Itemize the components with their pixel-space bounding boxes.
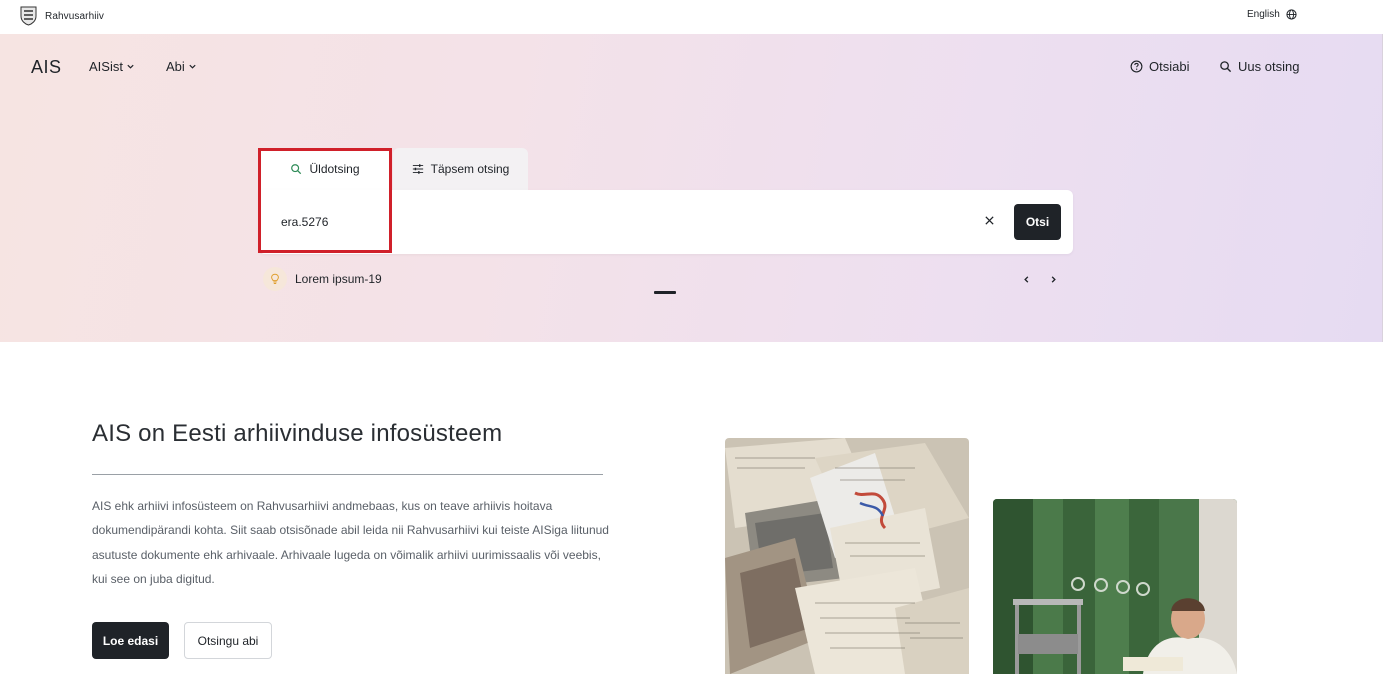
chevron-down-icon — [127, 64, 134, 69]
title-divider — [92, 474, 603, 475]
archive-worker-photo — [993, 499, 1237, 674]
tab-general-search-label: Üldotsing — [309, 162, 360, 176]
clear-search-button[interactable] — [981, 212, 997, 228]
search-panel: Otsi — [259, 190, 1073, 254]
ais-logo[interactable]: AIS — [31, 57, 62, 78]
top-bar: Rahvusarhiiv English — [0, 0, 1385, 34]
new-search-link[interactable]: Uus otsing — [1219, 59, 1299, 74]
main-nav: AIS AISist Abi Otsiabi Uus otsing — [0, 34, 1382, 98]
search-icon — [1220, 61, 1232, 73]
nav-menu-abi[interactable]: Abi — [166, 59, 197, 74]
question-circle-icon — [1130, 60, 1143, 73]
page-title: AIS on Eesti arhiivinduse infosüsteem — [92, 420, 503, 447]
tip-next-button[interactable] — [1047, 273, 1059, 285]
lightbulb-icon — [263, 267, 287, 291]
language-switch[interactable]: English — [1247, 9, 1297, 20]
chevron-left-icon — [1023, 275, 1028, 283]
hero-section: AIS AISist Abi Otsiabi Uus otsing Üldots… — [0, 34, 1383, 342]
nav-menu-aisist[interactable]: AISist — [89, 59, 135, 74]
globe-icon — [1286, 9, 1297, 20]
carousel-indicator[interactable] — [654, 291, 676, 294]
coat-of-arms-icon — [20, 6, 37, 26]
intro-paragraph: AIS ehk arhiivi infosüsteem on Rahvusarh… — [92, 499, 609, 586]
brand-name: Rahvusarhiiv — [45, 10, 105, 22]
new-search-label: Uus otsing — [1238, 59, 1300, 74]
read-more-button[interactable]: Loe edasi — [92, 622, 169, 659]
search-help-link[interactable]: Otsiabi — [1130, 59, 1189, 74]
language-label: English — [1247, 9, 1280, 20]
search-tip-text: Lorem ipsum-19 — [295, 272, 382, 286]
chevron-right-icon — [1051, 275, 1056, 283]
chevron-down-icon — [189, 64, 196, 69]
search-help-label: Otsiabi — [1149, 59, 1190, 74]
search-submit-button[interactable]: Otsi — [1014, 204, 1061, 240]
tab-general-search[interactable]: Üldotsing — [259, 148, 391, 190]
tab-advanced-search[interactable]: Täpsem otsing — [393, 148, 528, 190]
search-icon — [291, 164, 302, 175]
nav-menu-aisist-label: AISist — [89, 59, 123, 74]
nav-menu-abi-label: Abi — [166, 59, 185, 74]
search-input[interactable] — [281, 208, 971, 236]
tip-prev-button[interactable] — [1020, 273, 1032, 285]
search-help-button[interactable]: Otsingu abi — [184, 622, 272, 659]
sliders-icon — [412, 164, 423, 174]
tab-advanced-search-label: Täpsem otsing — [430, 162, 510, 176]
close-icon — [984, 215, 994, 225]
brand[interactable]: Rahvusarhiiv — [20, 6, 104, 26]
search-tip: Lorem ipsum-19 — [263, 267, 382, 291]
letters-photo — [725, 438, 969, 674]
